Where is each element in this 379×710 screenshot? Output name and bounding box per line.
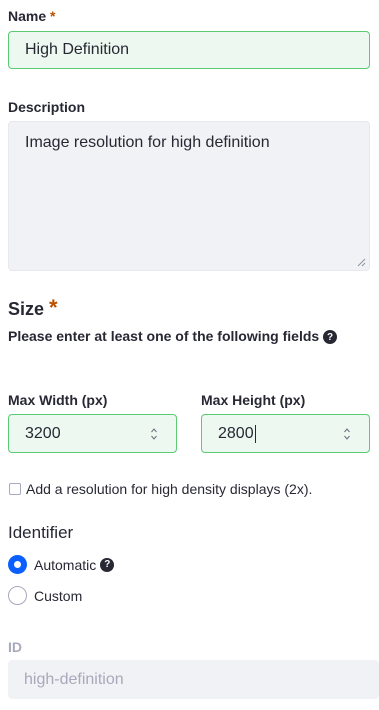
max-height-input[interactable]: 2800: [201, 414, 370, 453]
name-value: High Definition: [25, 41, 130, 58]
required-asterisk: *: [49, 295, 58, 320]
id-placeholder: high-definition: [24, 670, 124, 688]
name-input[interactable]: High Definition: [8, 31, 370, 69]
max-height-label: Max Height (px): [201, 392, 306, 408]
description-label: Description: [8, 99, 86, 115]
stepper-icon[interactable]: [343, 427, 351, 441]
identifier-heading: Identifier: [8, 523, 74, 542]
size-hint: Please enter at least one of the followi…: [8, 328, 338, 345]
name-label: Name *: [8, 8, 56, 24]
high-density-option[interactable]: Add a resolution for high density displa…: [9, 481, 312, 497]
max-height-value: 2800: [218, 424, 254, 442]
radio-custom[interactable]: Custom: [8, 586, 82, 605]
max-width-label: Max Width (px): [8, 392, 108, 408]
text-cursor: [254, 424, 256, 443]
id-input: high-definition: [8, 660, 379, 699]
radio-custom-label: Custom: [34, 587, 83, 604]
id-label: ID: [8, 639, 22, 655]
required-asterisk: *: [50, 8, 56, 24]
description-value: Image resolution for high definition: [25, 134, 270, 151]
radio-automatic[interactable]: Automatic ?: [8, 555, 115, 574]
question-icon[interactable]: ?: [100, 557, 115, 572]
stepper-icon[interactable]: [150, 427, 158, 441]
high-density-checkbox[interactable]: [9, 483, 21, 495]
resize-handle-icon[interactable]: [356, 257, 366, 267]
size-heading: Size *: [8, 295, 58, 320]
high-density-label: Add a resolution for high density displa…: [26, 481, 313, 497]
radio-selected-icon[interactable]: [8, 555, 27, 574]
max-width-value: 3200: [25, 424, 61, 442]
radio-automatic-label: Automatic: [34, 556, 97, 573]
max-width-input[interactable]: 3200: [8, 414, 177, 453]
description-textarea[interactable]: Image resolution for high definition: [8, 121, 370, 271]
question-icon[interactable]: ?: [323, 330, 338, 345]
radio-unselected-icon[interactable]: [8, 586, 27, 605]
